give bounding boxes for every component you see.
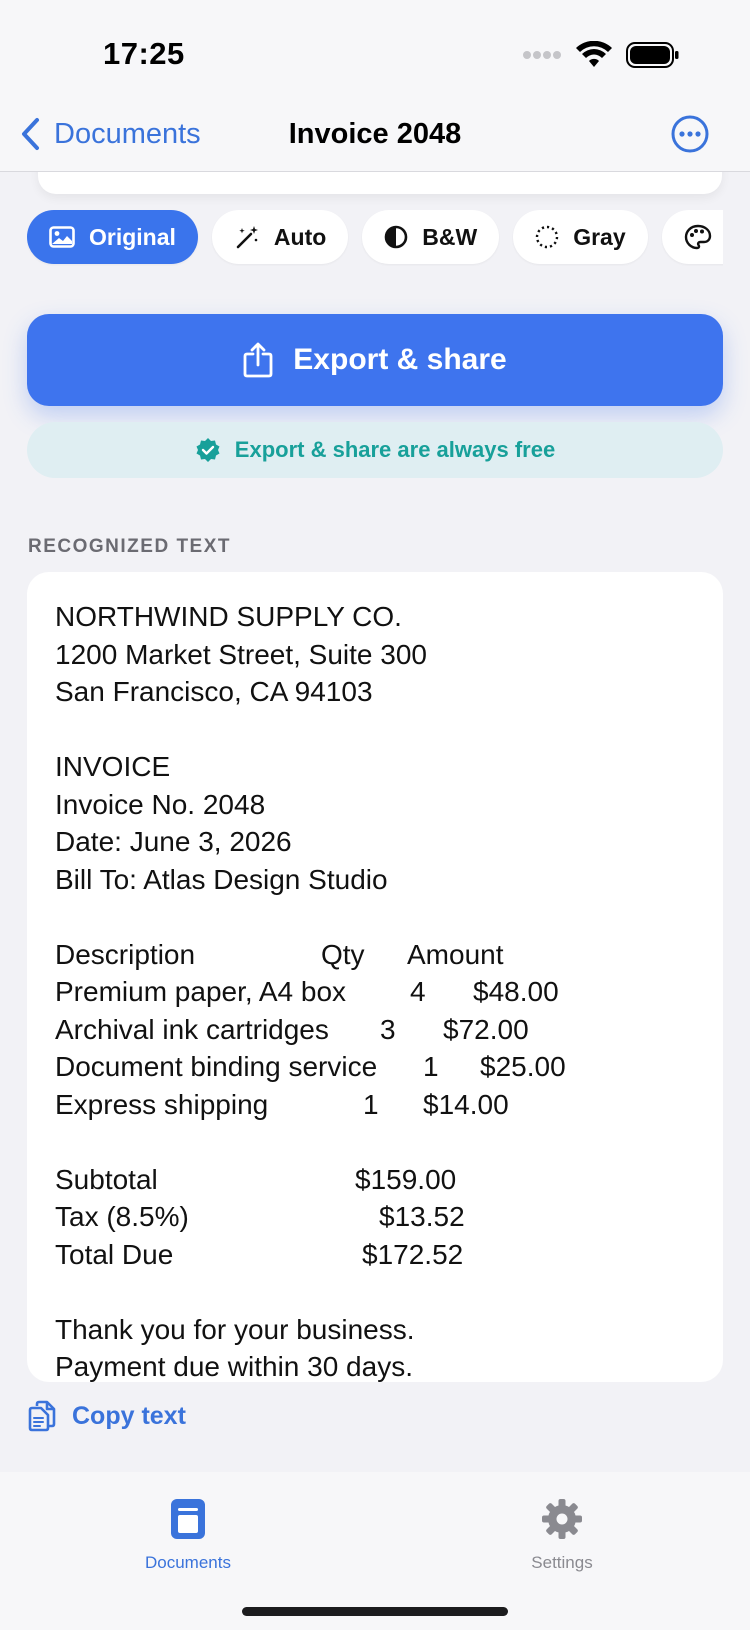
ocr-total-label: Subtotal (55, 1163, 158, 1195)
filter-selector[interactable]: Original Auto B&W Gray (27, 210, 723, 268)
ocr-item-description: Express shipping (55, 1088, 269, 1120)
document-preview[interactable] (38, 172, 722, 194)
ocr-payment-terms: Payment due within 30 days. (55, 1351, 413, 1382)
tab-bar: Documents Settings (0, 1472, 750, 1630)
gear-icon (542, 1499, 582, 1539)
ocr-item-description: Premium paper, A4 box (55, 976, 347, 1007)
ocr-item-amount: $48.00 (473, 976, 559, 1007)
filter-chip-label: B&W (422, 223, 478, 250)
ocr-total-row: Subtotal $159.00 (55, 1161, 695, 1199)
ocr-company-name: NORTHWIND SUPPLY CO. (55, 601, 402, 632)
ocr-bill-to: Bill To: Atlas Design Studio (55, 863, 388, 895)
tab-settings[interactable]: Settings (482, 1498, 642, 1573)
ocr-line-item: Archival ink cartridges 3 $72.00 (55, 1011, 695, 1049)
filter-chip-auto[interactable]: Auto (211, 210, 349, 264)
navigation-bar: Documents Invoice 2048 (0, 100, 750, 172)
free-export-label: Export & share are always free (234, 437, 556, 462)
ocr-total-row: Total Due $172.52 (55, 1236, 695, 1274)
scroll-content[interactable]: Original Auto B&W Gray Export & share Ex… (0, 172, 750, 1472)
ocr-invoice-number: Invoice No. 2048 (55, 788, 266, 820)
filter-chip-label: Auto (273, 223, 327, 250)
recognized-text-card[interactable]: NORTHWIND SUPPLY CO. 1200 Market Street,… (27, 572, 723, 1382)
contrast-icon (384, 225, 408, 249)
ocr-invoice-heading: INVOICE (55, 751, 171, 782)
ocr-thank-you: Thank you for your business. (55, 1313, 415, 1345)
ocr-col-description: Description (55, 938, 196, 970)
export-share-label: Export & share (293, 343, 507, 376)
more-options-button[interactable] (670, 114, 710, 154)
ocr-line-item: Document binding service 1 $25.00 (55, 1048, 695, 1086)
ocr-item-amount: $25.00 (480, 1051, 566, 1082)
status-time: 17:25 (103, 36, 185, 71)
ocr-table-header: Description Qty Amount (55, 936, 695, 974)
recognized-text-header: RECOGNIZED TEXT (28, 536, 232, 557)
tab-documents[interactable]: Documents (108, 1498, 268, 1573)
ocr-total-row: Tax (8.5%) $13.52 (55, 1198, 695, 1236)
share-icon (243, 342, 273, 378)
filter-chip-label: Original (89, 223, 176, 250)
copy-text-label: Copy text (72, 1401, 186, 1430)
magic-wand-icon (236, 226, 258, 249)
copy-icon (28, 1400, 56, 1432)
ocr-item-qty: 4 (410, 976, 426, 1007)
ocr-company-city: San Francisco, CA 94103 (55, 676, 373, 707)
filter-chip-color[interactable]: C (661, 210, 723, 264)
filter-chip-gray[interactable]: Gray (513, 210, 648, 264)
dotted-circle-icon (536, 225, 559, 249)
palette-icon (684, 224, 711, 250)
ocr-company-address: 1200 Market Street, Suite 300 (55, 638, 427, 670)
ocr-totals: Subtotal $159.00 Tax (8.5%) $13.52 Total… (55, 1161, 695, 1274)
filter-chip-label: Gray (573, 223, 626, 250)
ocr-item-description: Document binding service (55, 1051, 378, 1082)
export-share-button[interactable]: Export & share (27, 314, 723, 406)
home-indicator[interactable] (242, 1607, 508, 1616)
ocr-col-amount: Amount (407, 938, 504, 970)
document-icon (171, 1499, 205, 1539)
status-bar: 17:25 (0, 0, 750, 100)
filter-chip-bw[interactable]: B&W (362, 210, 500, 264)
ocr-item-qty: 3 (380, 1013, 396, 1045)
ellipsis-circle-icon (671, 115, 709, 153)
ocr-line-item: Premium paper, A4 box 4 $48.00 (55, 973, 695, 1011)
verified-badge-icon (196, 438, 220, 462)
ocr-item-qty: 1 (423, 1051, 439, 1082)
ocr-total-label: Tax (8.5%) (55, 1201, 189, 1232)
free-export-banner: Export & share are always free (27, 422, 723, 478)
ocr-invoice-date: Date: June 3, 2026 (55, 826, 292, 857)
ocr-line-items: Description Qty Amount Premium paper, A4… (55, 936, 695, 1124)
photo-icon (49, 226, 75, 248)
page-title: Invoice 2048 (288, 118, 462, 150)
ocr-col-qty: Qty (321, 938, 365, 970)
battery-icon (626, 42, 679, 68)
copy-text-button[interactable]: Copy text (28, 1396, 186, 1436)
ocr-item-amount: $14.00 (423, 1088, 509, 1120)
wifi-icon (576, 41, 612, 67)
ocr-total-value: $172.52 (362, 1238, 464, 1270)
ocr-line-item: Express shipping 1 $14.00 (55, 1086, 695, 1124)
ocr-item-amount: $72.00 (443, 1013, 529, 1045)
ocr-total-value: $13.52 (379, 1201, 465, 1232)
filter-chip-original[interactable]: Original (27, 210, 198, 264)
signal-icon (523, 51, 561, 59)
ocr-total-value: $159.00 (355, 1163, 457, 1195)
ocr-item-qty: 1 (363, 1088, 379, 1120)
status-icons (522, 38, 680, 72)
tab-documents-label: Documents (145, 1553, 231, 1572)
tab-settings-label: Settings (531, 1553, 593, 1572)
ocr-item-description: Archival ink cartridges (55, 1013, 329, 1045)
ocr-total-label: Total Due (55, 1238, 174, 1270)
